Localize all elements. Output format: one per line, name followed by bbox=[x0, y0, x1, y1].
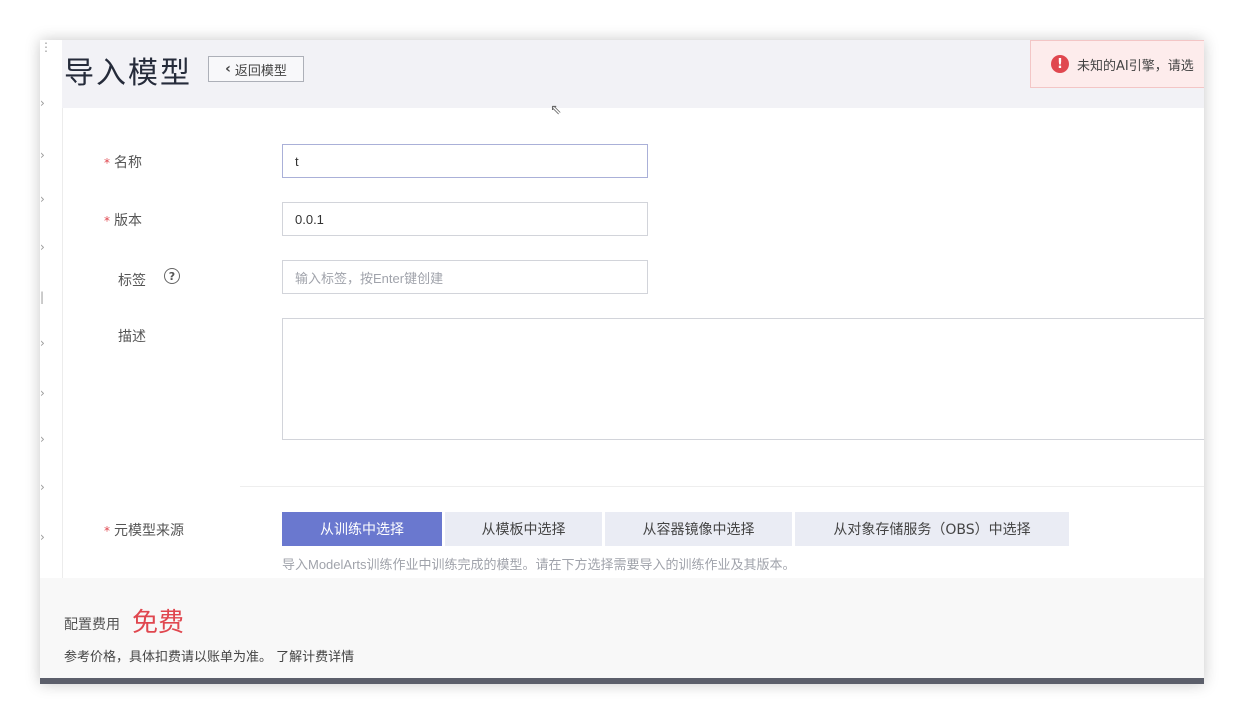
error-icon: ! bbox=[1051, 55, 1069, 73]
nav-icon[interactable]: › bbox=[40, 96, 48, 110]
fee-note: 参考价格，具体扣费请以账单为准。 了解计费详情 bbox=[64, 646, 354, 665]
description-textarea[interactable] bbox=[282, 318, 1204, 440]
tags-placeholder: 输入标签，按Enter键创建 bbox=[295, 270, 444, 286]
model-source-tabs: 从训练中选择 从模板中选择 从容器镜像中选择 从对象存储服务（OBS）中选择 bbox=[282, 512, 1069, 546]
fee-footer: 配置费用 免费 参考价格，具体扣费请以账单为准。 了解计费详情 bbox=[40, 578, 1204, 678]
section-divider bbox=[240, 486, 1204, 487]
nav-icon[interactable]: › bbox=[40, 480, 48, 494]
required-mark: * bbox=[104, 214, 110, 228]
version-label: * 版本 bbox=[104, 210, 142, 230]
nav-icon[interactable]: › bbox=[40, 530, 48, 544]
page-title: 导入模型 bbox=[64, 56, 192, 91]
menu-icon[interactable]: ⋮ bbox=[40, 40, 52, 54]
tab-from-training[interactable]: 从训练中选择 bbox=[282, 512, 442, 546]
nav-icon[interactable]: › bbox=[40, 240, 48, 254]
back-to-models-button[interactable]: ‹ 返回模型 bbox=[208, 56, 304, 82]
bottom-bar bbox=[40, 678, 1204, 684]
nav-icon[interactable]: | bbox=[40, 290, 48, 304]
version-input[interactable]: 0.0.1 bbox=[282, 202, 648, 236]
model-source-label: * 元模型来源 bbox=[104, 520, 184, 540]
model-source-label-text: 元模型来源 bbox=[114, 523, 184, 539]
fee-value: 免费 bbox=[132, 608, 185, 638]
chevron-left-icon: ‹ bbox=[225, 61, 231, 77]
name-label-text: 名称 bbox=[114, 155, 142, 171]
version-input-value: 0.0.1 bbox=[295, 211, 324, 227]
fee-label: 配置费用 bbox=[64, 617, 120, 633]
mouse-cursor-icon: ⇖ bbox=[550, 102, 562, 118]
nav-icon[interactable]: › bbox=[40, 336, 48, 350]
alert-text: 未知的AI引擎，请选 bbox=[1077, 58, 1194, 74]
nav-icon[interactable]: › bbox=[40, 148, 48, 162]
name-input-value: t bbox=[295, 153, 299, 169]
model-source-hint: 导入ModelArts训练作业中训练完成的模型。请在下方选择需要导入的训练作业及… bbox=[282, 557, 796, 572]
version-label-text: 版本 bbox=[114, 213, 142, 229]
tags-label: 标签 bbox=[118, 273, 146, 289]
name-input[interactable]: t bbox=[282, 144, 648, 178]
nav-icon[interactable]: › bbox=[40, 432, 48, 446]
required-mark: * bbox=[104, 524, 110, 538]
tab-from-container-image[interactable]: 从容器镜像中选择 bbox=[605, 512, 792, 546]
tab-from-template[interactable]: 从模板中选择 bbox=[445, 512, 602, 546]
nav-icon[interactable]: › bbox=[40, 386, 48, 400]
billing-details-link[interactable]: 了解计费详情 bbox=[276, 650, 354, 665]
name-label: * 名称 bbox=[104, 152, 142, 172]
left-nav-rail: ⋮ › › › › | › › › › › bbox=[40, 40, 63, 640]
help-icon[interactable]: ? bbox=[164, 268, 180, 284]
nav-icon[interactable]: › bbox=[40, 192, 48, 206]
required-mark: * bbox=[104, 156, 110, 170]
error-alert: ! 未知的AI引擎，请选 bbox=[1030, 40, 1204, 88]
app-window: ⋮ › › › › | › › › › › 导入模型 ‹ 返回模型 ! 未知的A… bbox=[40, 40, 1204, 684]
tab-from-obs[interactable]: 从对象存储服务（OBS）中选择 bbox=[795, 512, 1069, 546]
description-label: 描述 bbox=[118, 329, 146, 345]
back-button-label: 返回模型 bbox=[234, 63, 287, 79]
tags-input[interactable]: 输入标签，按Enter键创建 bbox=[282, 260, 648, 294]
fee-note-text: 参考价格，具体扣费请以账单为准。 bbox=[64, 650, 273, 665]
